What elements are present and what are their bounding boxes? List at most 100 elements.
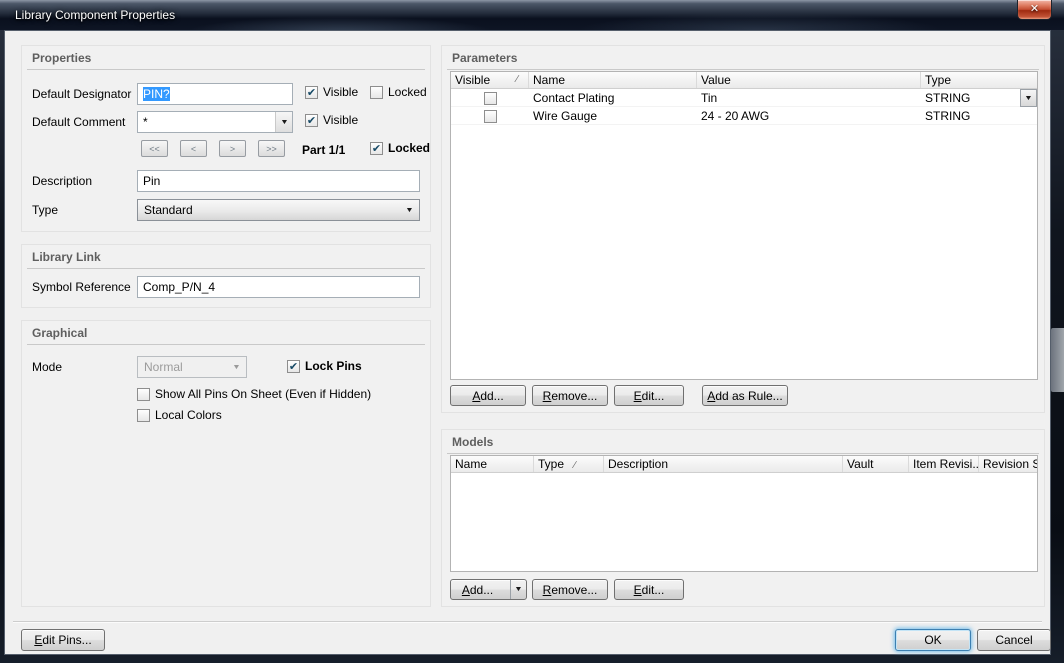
local-colors-checkbox[interactable]: Local Colors — [137, 408, 222, 422]
parameters-header: Parameters — [452, 51, 517, 65]
parameter-visible-cell — [451, 90, 529, 104]
chevron-down-icon[interactable]: ▼ — [509, 586, 528, 593]
parameters-edit-button[interactable]: Edit... — [614, 385, 684, 406]
first-part-button[interactable]: << — [141, 140, 168, 157]
symbol-reference-label: Symbol Reference — [32, 280, 131, 294]
section-divider — [27, 344, 425, 345]
button-label: Add... — [451, 583, 504, 597]
designator-visible-checkbox[interactable]: ✔ Visible — [305, 85, 358, 99]
type-dropdown[interactable]: Standard ▼ — [137, 199, 420, 221]
parameter-name[interactable]: Contact Plating — [529, 91, 697, 105]
parameters-remove-button[interactable]: Remove... — [532, 385, 608, 406]
column-header-name[interactable]: Name — [451, 456, 534, 472]
close-button[interactable]: ✕ — [1017, 0, 1052, 20]
mode-dropdown[interactable]: Normal ▼ — [137, 356, 247, 378]
parameter-row[interactable]: Wire Gauge 24 - 20 AWG STRING — [451, 107, 1037, 125]
default-comment-label: Default Comment — [32, 115, 125, 129]
part-indicator: Part 1/1 — [302, 143, 345, 157]
checkbox-label: Visible — [323, 113, 358, 127]
checkbox-label: Local Colors — [155, 408, 222, 422]
parameters-table: Visible ∕ Name Value Type — [450, 71, 1038, 380]
input-value: Pin — [143, 174, 160, 188]
section-divider — [447, 453, 1039, 454]
column-header-label: Value — [701, 73, 731, 87]
symbol-reference-input[interactable]: Comp_P/N_4 — [137, 276, 420, 298]
models-add-button[interactable]: Add... ▼ — [450, 579, 527, 600]
parameter-value[interactable]: 24 - 20 AWG — [697, 109, 921, 123]
description-label: Description — [32, 174, 92, 188]
checkbox-label: Lock Pins — [305, 359, 362, 373]
add-as-rule-button[interactable]: Add as Rule... — [702, 385, 788, 406]
models-edit-button[interactable]: Edit... — [614, 579, 684, 600]
default-comment-combobox[interactable]: * ▼ — [137, 111, 293, 133]
lock-pins-checkbox[interactable]: ✔ Lock Pins — [287, 359, 362, 373]
library-component-properties-window: Library Component Properties ✕ Propertie… — [0, 0, 1064, 663]
column-header-label: Name — [455, 457, 487, 471]
parameter-type-dropdown-button[interactable]: ▼ — [1020, 89, 1037, 107]
first-part-label: << — [149, 144, 160, 154]
column-header-type[interactable]: Type — [921, 72, 1037, 88]
parameter-visible-cell — [451, 108, 529, 122]
description-input[interactable]: Pin — [137, 170, 420, 192]
parameter-row[interactable]: Contact Plating Tin STRING — [451, 89, 1037, 107]
titlebar[interactable]: Library Component Properties ✕ — [0, 0, 1064, 30]
button-label: Add as Rule... — [707, 389, 782, 403]
chevron-down-icon: ▼ — [280, 119, 289, 126]
section-divider — [27, 69, 425, 70]
column-header-revision-state[interactable]: Revision S... — [979, 456, 1037, 472]
parameters-table-header: Visible ∕ Name Value Type — [451, 72, 1037, 89]
chevron-down-icon: ▼ — [405, 207, 414, 214]
column-header-label: Description — [608, 457, 668, 471]
column-header-label: Visible — [455, 73, 490, 87]
column-header-label: Item Revisi... — [913, 457, 979, 471]
default-designator-label: Default Designator — [32, 87, 131, 101]
button-label: Edit Pins... — [34, 633, 91, 647]
section-divider — [447, 69, 1039, 70]
edit-pins-button[interactable]: Edit Pins... — [21, 629, 105, 651]
combobox-value: * — [143, 115, 148, 129]
checkbox-icon: ✔ — [287, 360, 300, 373]
previous-part-label: < — [191, 144, 196, 154]
last-part-button[interactable]: >> — [258, 140, 285, 157]
mode-label: Mode — [32, 360, 62, 374]
next-part-button[interactable]: > — [219, 140, 246, 157]
column-header-type[interactable]: Type ∕ — [534, 456, 604, 472]
section-divider — [27, 268, 425, 269]
checkbox-label: Show All Pins On Sheet (Even if Hidden) — [155, 387, 371, 401]
column-header-description[interactable]: Description — [604, 456, 843, 472]
checkbox-label: Visible — [323, 85, 358, 99]
dropdown-value: Standard — [144, 203, 193, 217]
models-remove-button[interactable]: Remove... — [532, 579, 608, 600]
default-designator-input[interactable]: PIN? — [137, 83, 293, 105]
ok-button[interactable]: OK — [895, 629, 971, 651]
parameter-visible-checkbox[interactable] — [484, 110, 497, 123]
previous-part-button[interactable]: < — [180, 140, 207, 157]
column-header-item-revision[interactable]: Item Revisi... — [909, 456, 979, 472]
parameters-add-button[interactable]: Add... — [450, 385, 526, 406]
part-locked-checkbox[interactable]: ✔ Locked — [370, 141, 430, 155]
show-all-pins-checkbox[interactable]: Show All Pins On Sheet (Even if Hidden) — [137, 387, 371, 401]
parameter-value[interactable]: Tin — [697, 91, 921, 105]
close-icon: ✕ — [1030, 4, 1039, 15]
cancel-button[interactable]: Cancel — [977, 629, 1051, 651]
column-header-value[interactable]: Value — [697, 72, 921, 88]
column-header-vault[interactable]: Vault — [843, 456, 909, 472]
parameter-name[interactable]: Wire Gauge — [529, 109, 697, 123]
column-header-visible[interactable]: Visible ∕ — [451, 72, 529, 88]
window-title: Library Component Properties — [15, 8, 175, 22]
column-header-label: Revision S... — [983, 457, 1037, 471]
combobox-dropdown-button[interactable]: ▼ — [275, 112, 292, 132]
column-header-label: Type — [538, 457, 564, 471]
next-part-label: > — [230, 144, 235, 154]
column-header-name[interactable]: Name — [529, 72, 697, 88]
sort-ascending-icon: ∕ — [574, 460, 576, 471]
parameter-visible-checkbox[interactable] — [484, 92, 497, 105]
library-link-header: Library Link — [32, 250, 101, 264]
models-table: Name Type ∕ Description Vault Item Revisi… — [450, 455, 1038, 572]
parameter-type[interactable]: STRING — [921, 109, 1037, 123]
designator-locked-checkbox[interactable]: Locked — [370, 85, 427, 99]
column-header-label: Vault — [847, 457, 873, 471]
comment-visible-checkbox[interactable]: ✔ Visible — [305, 113, 358, 127]
models-table-header: Name Type ∕ Description Vault Item Revisi… — [451, 456, 1037, 473]
sort-ascending-icon: ∕ — [516, 74, 518, 85]
